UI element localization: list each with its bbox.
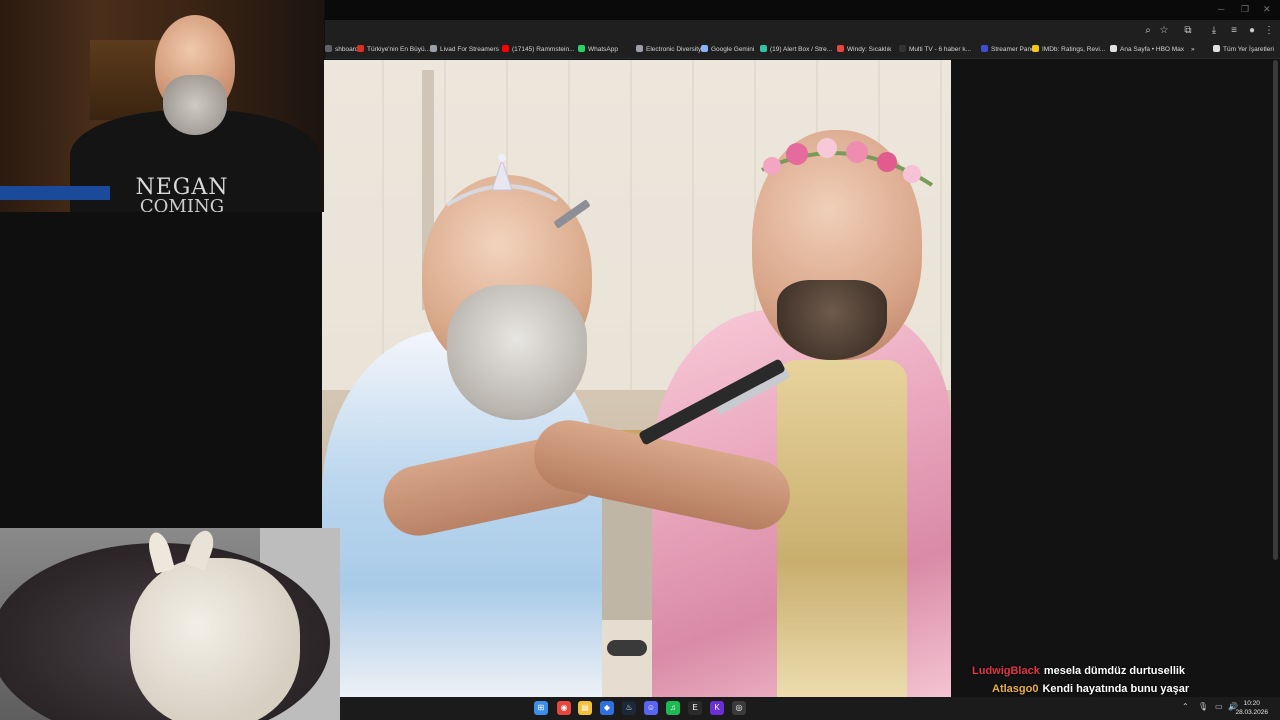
webcam-overlay: NEGAN COMING <box>0 0 324 212</box>
download-icon[interactable]: ⤓ <box>1207 24 1221 38</box>
bookmark-label: Electronic Diversity... <box>646 46 707 53</box>
chat-text: Kendi hayatında bunu yaşar <box>1042 683 1190 695</box>
sleeping-dog <box>130 558 300 720</box>
bookmark-label: Multi TV - 6 haber k... <box>909 46 972 53</box>
rgb-light-strip <box>0 186 110 200</box>
chat-overlay: LudwigBlack mesela dümdüz durtusellik Atl… <box>972 662 1272 698</box>
bookmarks-bar: shboard Türkiye'nin En Büyü... Livad For S… <box>325 42 1280 59</box>
shirt-text: NEGAN <box>135 175 229 200</box>
bookmark-label: Windy: Sıcaklık <box>847 46 892 53</box>
bookmark-label: (19) Alert Box / Stre... <box>770 46 833 53</box>
close-icon[interactable]: ✕ <box>1263 4 1271 15</box>
bookmark-item[interactable]: Electronic Diversity... <box>636 44 706 56</box>
bookmark-label: Türkiye'nin En Büyü... <box>367 46 431 53</box>
bookmark-label: Streamer Panel <box>991 46 1037 53</box>
bookmark-favicon-icon <box>325 45 332 52</box>
bookmark-label: Google Gemini <box>711 46 755 53</box>
bookmark-label: WhatsApp <box>588 46 618 53</box>
chrome-icon[interactable]: ◉ <box>557 701 571 715</box>
bookmark-label: » <box>1191 46 1195 53</box>
bookmark-favicon-icon <box>502 45 509 52</box>
chat-username: LudwigBlack <box>972 665 1040 677</box>
obs-icon[interactable]: ◎ <box>732 701 746 715</box>
shelf-collectibles <box>90 40 160 120</box>
kebab-menu-icon[interactable]: ⋮ <box>1262 24 1276 38</box>
bookmark-item[interactable]: Windy: Sıcaklık <box>837 44 891 56</box>
bookmark-item[interactable]: (17145) Rammstein... <box>502 44 575 56</box>
chevron-up-icon[interactable]: ⌃ <box>1182 702 1189 711</box>
app-blue-icon[interactable]: ◆ <box>600 701 614 715</box>
bookmark-label: (17145) Rammstein... <box>512 46 575 53</box>
bookmark-label: shboard <box>335 46 359 53</box>
microphone-icon[interactable]: 🎙 <box>1198 702 1208 711</box>
bookmark-item[interactable]: IMDb: Ratings, Revi... <box>1032 44 1105 56</box>
zoom-icon[interactable]: ⌕ <box>1141 24 1155 38</box>
bookmark-favicon-icon <box>899 45 906 52</box>
clock-time: 10:20 <box>1243 700 1260 707</box>
bookmark-item[interactable]: Tüm Yer İşaretleri <box>1213 44 1274 56</box>
star-icon[interactable]: ☆ <box>1157 24 1171 38</box>
display-icon[interactable]: ▭ <box>1215 702 1223 711</box>
main-photo <box>322 60 951 697</box>
media-icon[interactable]: ≡ <box>1227 24 1241 38</box>
bookmark-item[interactable]: WhatsApp <box>578 44 618 56</box>
maximize-icon[interactable]: ❐ <box>1241 4 1249 15</box>
page-scrollbar[interactable] <box>1273 60 1278 560</box>
windows-start-icon[interactable]: ⊞ <box>534 701 548 715</box>
profile-icon[interactable]: ● <box>1245 24 1259 38</box>
bookmark-label: IMDb: Ratings, Revi... <box>1042 46 1106 53</box>
shirt-text-2: COMING <box>139 196 225 213</box>
steam-icon[interactable]: ♨ <box>622 701 636 715</box>
bookmark-favicon-icon <box>981 45 988 52</box>
chat-text: mesela dümdüz durtusellik <box>1043 665 1186 677</box>
bookmark-favicon-icon <box>636 45 643 52</box>
bookmark-favicon-icon <box>430 45 437 52</box>
bookmark-label: Tüm Yer İşaretleri <box>1223 46 1274 53</box>
browser-titlebar: ─ ❐ ✕ <box>325 0 1280 20</box>
bookmark-item[interactable]: shboard <box>325 44 359 56</box>
bookmark-favicon-icon <box>357 45 364 52</box>
grey-beard <box>447 285 587 420</box>
bookmark-favicon-icon <box>1032 45 1039 52</box>
bookmark-label: Livad For Streamers <box>440 46 499 53</box>
bookmark-favicon-icon <box>1213 45 1220 52</box>
brush-dark <box>607 640 647 656</box>
kick-app-icon[interactable]: K <box>710 701 724 715</box>
gold-bodice <box>777 360 907 697</box>
bookmark-item[interactable]: Streamer Panel <box>981 44 1036 56</box>
chat-message: Atlasgo0 Kendi hayatında bunu yaşar <box>972 680 1272 698</box>
spotify-icon[interactable]: ♫ <box>666 701 680 715</box>
bookmark-item[interactable]: Google Gemini <box>701 44 754 56</box>
clock-date: 28.03.2026 <box>1235 709 1268 716</box>
dark-beard <box>777 280 887 360</box>
bookmark-item[interactable]: Türkiye'nin En Büyü... <box>357 44 430 56</box>
bookmark-label: Ana Sayfa • HBO Max <box>1120 46 1185 53</box>
bookmark-favicon-icon <box>837 45 844 52</box>
bookmark-favicon-icon <box>578 45 585 52</box>
streamer-beard <box>163 75 227 135</box>
bookmark-favicon-icon <box>1110 45 1117 52</box>
puzzle-icon[interactable]: ⧉ <box>1181 24 1195 38</box>
browser-toolbar: ⌕ ☆ ⧉ ⤓ ≡ ● ⋮ <box>325 20 1280 42</box>
file-explorer-icon[interactable]: ▤ <box>578 701 592 715</box>
bookmark-item[interactable]: » <box>1191 44 1195 56</box>
flower-crown-icon <box>761 138 934 187</box>
bookmark-favicon-icon <box>760 45 767 52</box>
bookmark-item[interactable]: Multi TV - 6 haber k... <box>899 44 971 56</box>
chat-message: LudwigBlack mesela dümdüz durtusellik <box>972 662 1272 680</box>
bookmark-item[interactable]: Livad For Streamers <box>430 44 499 56</box>
epic-games-icon[interactable]: E <box>688 701 702 715</box>
bookmark-favicon-icon <box>701 45 708 52</box>
pet-cam-overlay <box>0 528 340 720</box>
system-clock[interactable]: 10:20 28.03.2026 <box>1235 699 1268 717</box>
bookmark-item[interactable]: Ana Sayfa • HBO Max <box>1110 44 1184 56</box>
bookmark-item[interactable]: (19) Alert Box / Stre... <box>760 44 832 56</box>
tiara-icon <box>445 154 558 207</box>
minimize-icon[interactable]: ─ <box>1218 4 1224 14</box>
discord-icon[interactable]: ☺ <box>644 701 658 715</box>
windows-taskbar: ⌃ 🎙 ▭ 🔊 10:20 28.03.2026 ⊞ ◉ ▤ ◆ ♨ ☺ ♫ E K ◎ <box>340 697 1280 720</box>
chat-username: Atlasgo0 <box>992 683 1039 695</box>
